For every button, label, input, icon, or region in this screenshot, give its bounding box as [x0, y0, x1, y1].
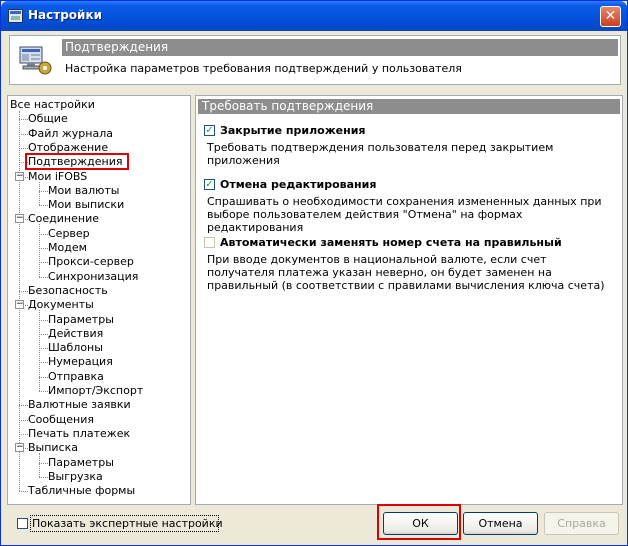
tree-item[interactable]: Сообщения	[28, 413, 94, 426]
tree-item[interactable]: Документы	[28, 298, 94, 311]
tree-item[interactable]: Мои выписки	[48, 198, 124, 211]
cancel-edit-description: Спрашивать о необходимости сохранения из…	[207, 195, 602, 234]
tree-item[interactable]: Табличные формы	[28, 484, 135, 497]
cancel-edit-label[interactable]: Отмена редактирования	[220, 178, 376, 191]
tree-connector-line	[39, 248, 48, 249]
tree-item[interactable]: Общие	[28, 112, 68, 125]
tree-connector-line	[19, 290, 28, 292]
tree-connector-line	[39, 310, 40, 391]
tree-item[interactable]: Валютные заявки	[28, 398, 131, 411]
tree-connector-line	[39, 476, 48, 478]
tree-connector-line	[39, 348, 48, 350]
settings-computer-icon	[19, 46, 52, 75]
header-title: Подтверждения	[62, 39, 618, 56]
close-icon: ✕	[604, 8, 617, 24]
tree-item[interactable]: Нумерация	[48, 355, 113, 368]
collapse-icon[interactable]: −	[15, 443, 24, 453]
tree-connector-line	[19, 419, 28, 421]
tree-item[interactable]: Импорт/Экспорт	[48, 384, 143, 397]
tree-item[interactable]: Выписка	[28, 441, 78, 454]
expert-settings-checkbox[interactable]	[17, 518, 28, 529]
tree-connector-line	[19, 491, 28, 493]
auto-replace-checkbox[interactable]	[204, 237, 215, 248]
cancel-button[interactable]: Отмена	[463, 512, 538, 535]
collapse-icon[interactable]: −	[15, 214, 24, 224]
title-bar[interactable]: Настройки ✕	[1, 1, 627, 31]
window-title: Настройки	[28, 8, 103, 22]
tree-connector-line	[39, 190, 48, 192]
header-description: Настройка параметров требования подтверж…	[65, 62, 462, 75]
tree-connector-line	[19, 405, 28, 407]
selected-item-highlight	[25, 153, 129, 171]
ok-button[interactable]: ОК	[383, 512, 458, 535]
tree-item[interactable]: Параметры	[48, 456, 114, 469]
tree-item[interactable]: Печать платежек	[28, 427, 130, 440]
panel-title: Требовать подтверждения	[198, 99, 620, 114]
tree-connector-line	[39, 453, 40, 477]
tree-item[interactable]: Синхронизация	[48, 270, 138, 283]
auto-replace-description: При вводе документов в национальной валю…	[207, 253, 605, 292]
tree-root[interactable]: Все настройки	[10, 98, 95, 111]
tree-connector-line	[39, 276, 48, 278]
tree-item[interactable]: Безопасность	[28, 284, 108, 297]
tree-connector-line	[39, 376, 48, 378]
settings-tree[interactable]: Все настройки Общие Файл журнала Отображени…	[7, 95, 191, 505]
collapse-icon[interactable]: −	[15, 300, 24, 310]
collapse-icon[interactable]: −	[15, 171, 24, 181]
close-app-label[interactable]: Закрытие приложения	[220, 124, 365, 137]
tree-connector-line	[39, 391, 48, 392]
tree-item[interactable]: Мои iFOBS	[28, 170, 87, 183]
tree-item[interactable]: Параметры	[48, 313, 114, 326]
tree-item[interactable]: Мои валюты	[48, 184, 119, 197]
tree-item[interactable]: Соединение	[28, 212, 99, 225]
tree-item[interactable]: Отправка	[48, 370, 104, 383]
close-button[interactable]: ✕	[600, 6, 621, 27]
tree-connector-line	[39, 333, 48, 335]
tree-connector-line	[39, 205, 48, 207]
settings-panel: Требовать подтверждения ✓ Закрытие прило…	[195, 95, 623, 505]
tree-connector-line	[39, 181, 40, 206]
tree-item[interactable]: Выгрузка	[48, 470, 103, 483]
close-app-checkbox[interactable]: ✓	[204, 125, 215, 136]
tree-connector-line	[39, 462, 48, 464]
expert-settings-label[interactable]: Показать экспертные настройки	[32, 517, 223, 530]
tree-item[interactable]: Файл журнала	[28, 127, 113, 140]
tree-connector-line	[39, 224, 40, 277]
tree-connector-line	[19, 147, 28, 149]
tree-connector-line	[19, 433, 28, 435]
cancel-edit-checkbox[interactable]: ✓	[204, 179, 215, 190]
help-button[interactable]: Справка	[544, 512, 619, 535]
tree-item[interactable]: Отображение	[28, 141, 108, 154]
section-header: Подтверждения Настройка параметров требо…	[9, 35, 621, 85]
tree-connector-line	[39, 362, 48, 364]
tree-connector-line	[39, 319, 48, 321]
auto-replace-label[interactable]: Автоматически заменять номер счета на пр…	[220, 236, 562, 249]
tree-item[interactable]: Прокси-сервер	[48, 255, 134, 268]
tree-item[interactable]: Действия	[48, 327, 103, 340]
tree-connector-line	[19, 133, 28, 135]
tree-item[interactable]: Модем	[48, 241, 87, 254]
settings-window: Настройки ✕ Подтверждения Настройка пара…	[0, 0, 628, 546]
tree-connector-line	[39, 262, 48, 264]
close-app-description: Требовать подтверждения пользователя пер…	[207, 141, 554, 167]
tree-connector-line	[39, 233, 48, 235]
app-icon	[8, 9, 23, 23]
tree-item[interactable]: Шаблоны	[48, 341, 103, 354]
tree-connector-line	[19, 119, 28, 121]
tree-item[interactable]: Сервер	[48, 227, 90, 240]
